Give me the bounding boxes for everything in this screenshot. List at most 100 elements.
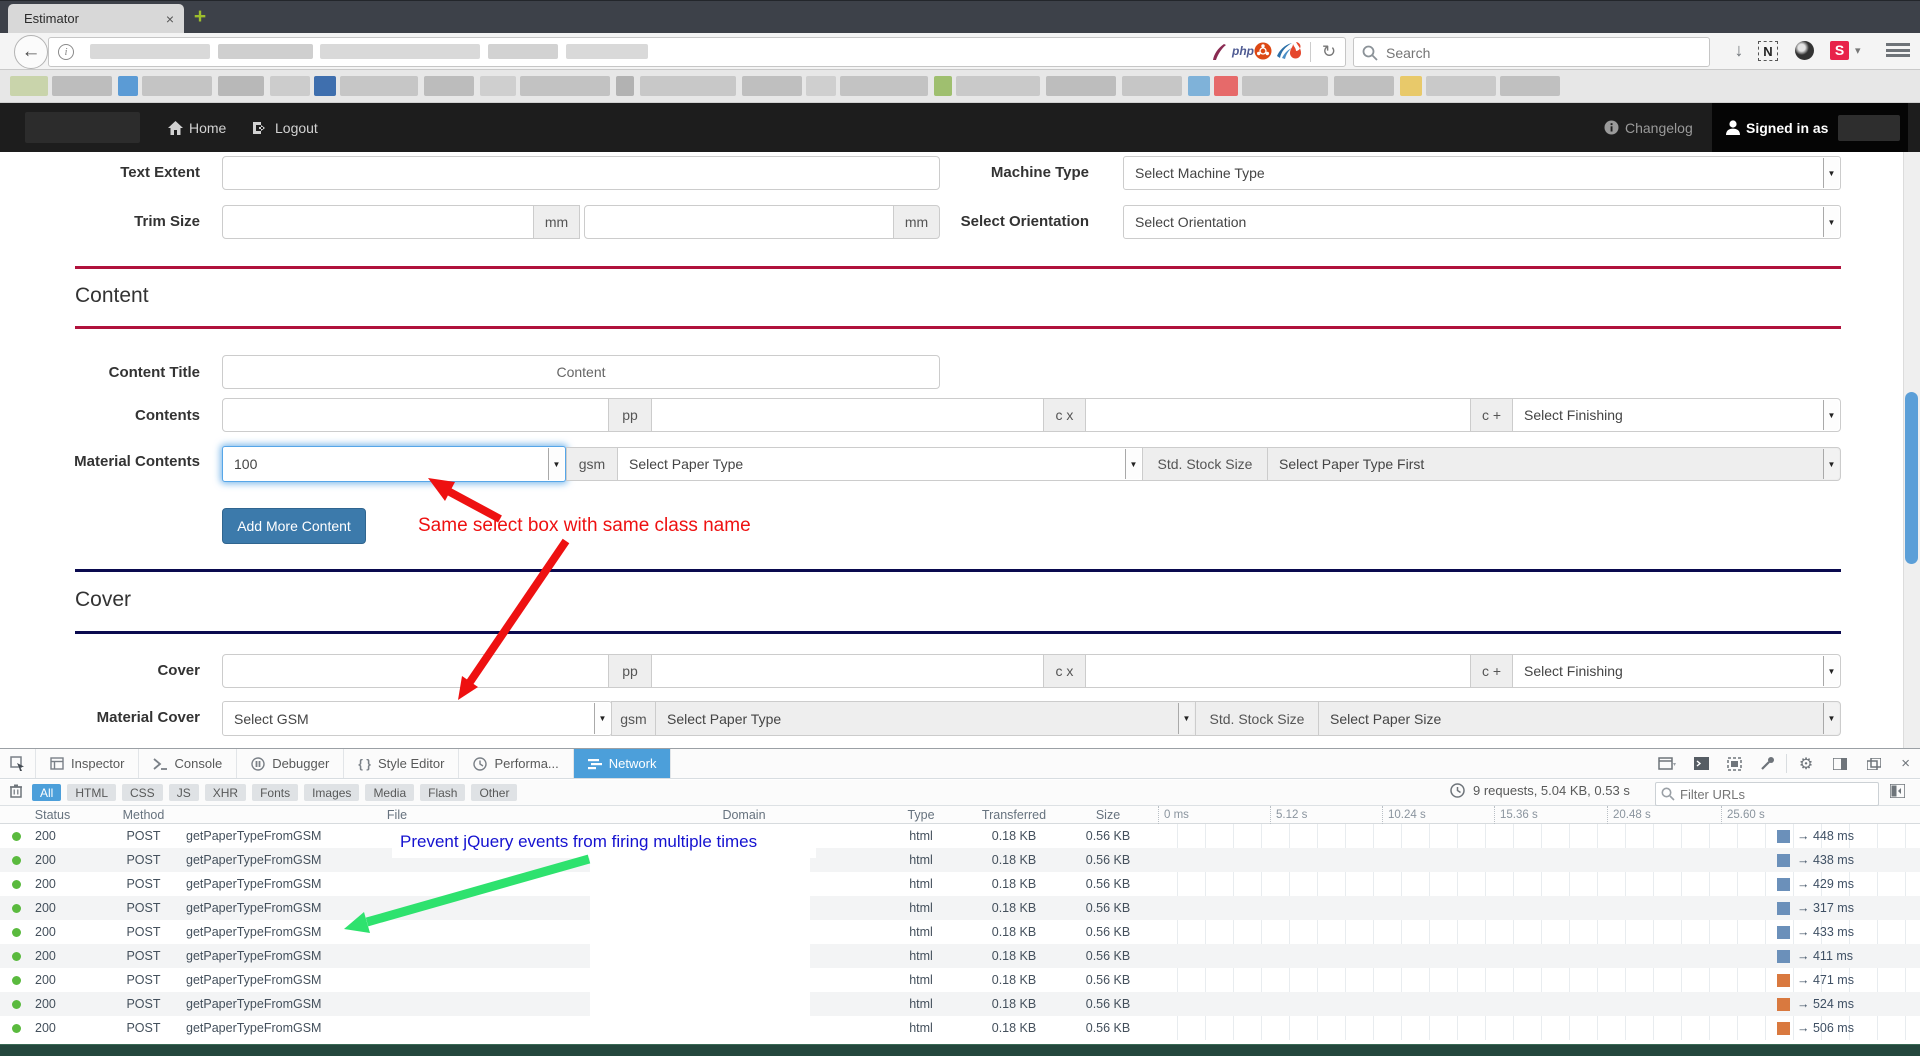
cover-pp-input[interactable] (222, 654, 609, 688)
apache-icon[interactable] (1208, 42, 1230, 62)
material-cover-paper-size-select[interactable]: Select Paper Size▼ (1318, 701, 1841, 736)
bookmark-item-blurred[interactable] (1400, 76, 1422, 96)
bookmark-item-blurred[interactable] (1500, 76, 1560, 96)
new-tab-button[interactable]: + (190, 8, 210, 28)
devtools-tab-performance[interactable]: Performa... (459, 749, 573, 778)
bookmark-item-blurred[interactable] (340, 76, 418, 96)
codeigniter-icon[interactable] (1288, 41, 1304, 61)
bookmark-item-blurred[interactable] (956, 76, 1040, 96)
bookmark-item-blurred[interactable] (1046, 76, 1116, 96)
sidebar-toggle-icon[interactable] (1823, 749, 1857, 778)
devtools-tab-debugger[interactable]: Debugger (237, 749, 344, 778)
contents-cx-input[interactable] (651, 398, 1044, 432)
devtools-tab-network[interactable]: Network (574, 749, 672, 778)
col-file[interactable]: File (182, 808, 608, 822)
close-devtools-icon[interactable]: × (1891, 749, 1920, 778)
bookmark-item-blurred[interactable] (640, 76, 736, 96)
filter-all[interactable]: All (32, 784, 61, 801)
nav-signed-in[interactable]: Signed in as (1712, 103, 1908, 152)
orientation-select[interactable]: Select Orientation▼ (1123, 205, 1841, 239)
material-contents-paper-type-select[interactable]: Select Paper Type▼ (617, 447, 1143, 481)
eyedropper-icon[interactable] (1751, 749, 1784, 778)
network-request-row[interactable]: 200POSTgetPaperTypeFromGSMhtml0.18 KB0.5… (0, 1016, 1920, 1040)
network-request-row[interactable]: 200POSTgetPaperTypeFromGSMhtml0.18 KB0.5… (0, 872, 1920, 896)
cover-cplus-input[interactable] (1085, 654, 1471, 688)
bookmark-item-blurred[interactable] (1426, 76, 1496, 96)
col-type[interactable]: Type (880, 808, 962, 822)
bookmark-item-blurred[interactable] (840, 76, 928, 96)
devtools-tab-inspector[interactable]: Inspector (36, 749, 139, 778)
ubuntu-icon[interactable] (1254, 42, 1272, 60)
bookmark-item-blurred[interactable] (424, 76, 474, 96)
filter-css[interactable]: CSS (122, 784, 163, 801)
colorzilla-icon[interactable] (1795, 41, 1814, 60)
devtools-tab-console[interactable]: Console (139, 749, 237, 778)
bookmark-item-blurred[interactable] (1122, 76, 1182, 96)
back-button[interactable]: ← (14, 35, 48, 69)
bookmark-item-blurred[interactable] (1214, 76, 1238, 96)
bookmark-item-blurred[interactable] (742, 76, 802, 96)
cover-cx-input[interactable] (651, 654, 1044, 688)
clear-requests-icon[interactable] (0, 784, 32, 801)
stylish-icon[interactable]: S (1830, 41, 1849, 60)
filter-urls-box[interactable] (1655, 782, 1879, 806)
material-contents-paper-size-select[interactable]: Select Paper Type First▼ (1267, 447, 1841, 481)
col-domain[interactable]: Domain (608, 808, 880, 822)
chevron-down-icon[interactable]: ▾ (1855, 44, 1861, 57)
col-status[interactable]: Status (0, 808, 105, 822)
material-cover-paper-type-select[interactable]: Select Paper Type▼ (655, 701, 1196, 736)
nav-logout[interactable]: Logout (253, 103, 318, 152)
bookmark-item-blurred[interactable] (806, 76, 836, 96)
filter-images[interactable]: Images (304, 784, 359, 801)
filter-media[interactable]: Media (365, 784, 414, 801)
search-input[interactable] (1384, 40, 1703, 66)
bookmark-item-blurred[interactable] (314, 76, 336, 96)
contents-finishing-select[interactable]: Select Finishing▼ (1512, 398, 1841, 432)
cover-finishing-select[interactable]: Select Finishing▼ (1512, 654, 1841, 688)
filter-flash[interactable]: Flash (420, 784, 465, 801)
content-title-input[interactable] (222, 355, 940, 389)
network-request-row[interactable]: 200POSTgetPaperTypeFromGSMhtml0.18 KB0.5… (0, 968, 1920, 992)
filter-other[interactable]: Other (471, 784, 517, 801)
nav-home[interactable]: Home (168, 103, 226, 152)
detach-window-icon[interactable] (1857, 749, 1891, 778)
network-request-row[interactable]: 200POSTgetPaperTypeFromGSMhtml0.18 KB0.5… (0, 824, 1920, 848)
col-size[interactable]: Size (1066, 808, 1150, 822)
network-request-row[interactable]: 200POSTgetPaperTypeFromGSMhtml0.18 KB0.5… (0, 920, 1920, 944)
bookmark-item-blurred[interactable] (10, 76, 48, 96)
search-box[interactable] (1353, 37, 1710, 67)
material-contents-gsm-select[interactable]: 100▼ (222, 446, 566, 482)
reload-icon[interactable]: ↻ (1318, 41, 1340, 63)
gear-icon[interactable]: ⚙ (1789, 749, 1823, 778)
network-request-row[interactable]: 200POSTgetPaperTypeFromGSMhtml0.18 KB0.5… (0, 848, 1920, 872)
devtools-tab-style-editor[interactable]: { } Style Editor (344, 749, 459, 778)
split-console-icon[interactable] (1685, 749, 1718, 778)
nav-changelog[interactable]: Changelog (1604, 103, 1693, 152)
filter-xhr[interactable]: XHR (205, 784, 246, 801)
col-method[interactable]: Method (105, 808, 182, 822)
bookmark-item-blurred[interactable] (1334, 76, 1394, 96)
page-scrollbar-thumb[interactable] (1905, 392, 1918, 564)
filter-urls-input[interactable] (1678, 784, 1877, 804)
element-picker-icon[interactable] (0, 749, 36, 778)
bookmark-item-blurred[interactable] (118, 76, 138, 96)
bookmark-item-blurred[interactable] (52, 76, 112, 96)
bookmark-item-blurred[interactable] (480, 76, 516, 96)
browser-tab-estimator[interactable]: Estimator × (8, 4, 184, 33)
php-icon[interactable]: php (1232, 44, 1254, 58)
col-transferred[interactable]: Transferred (962, 808, 1066, 822)
filter-html[interactable]: HTML (67, 784, 116, 801)
info-icon[interactable]: i (58, 44, 74, 60)
trim-height-input[interactable] (584, 205, 894, 239)
tab-close-icon[interactable]: × (166, 11, 174, 27)
bookmarks-bar[interactable] (0, 70, 1920, 103)
filter-js[interactable]: JS (169, 784, 199, 801)
responsive-mode-icon[interactable] (1718, 749, 1751, 778)
downloads-icon[interactable]: ↓ (1728, 40, 1750, 61)
machine-type-select[interactable]: Select Machine Type▼ (1123, 156, 1841, 190)
network-request-row[interactable]: 200POSTgetPaperTypeFromGSMhtml0.18 KB0.5… (0, 992, 1920, 1016)
text-extent-input[interactable] (222, 156, 940, 190)
contents-pp-input[interactable] (222, 398, 609, 432)
bookmark-item-blurred[interactable] (218, 76, 264, 96)
bookmark-item-blurred[interactable] (270, 76, 310, 96)
